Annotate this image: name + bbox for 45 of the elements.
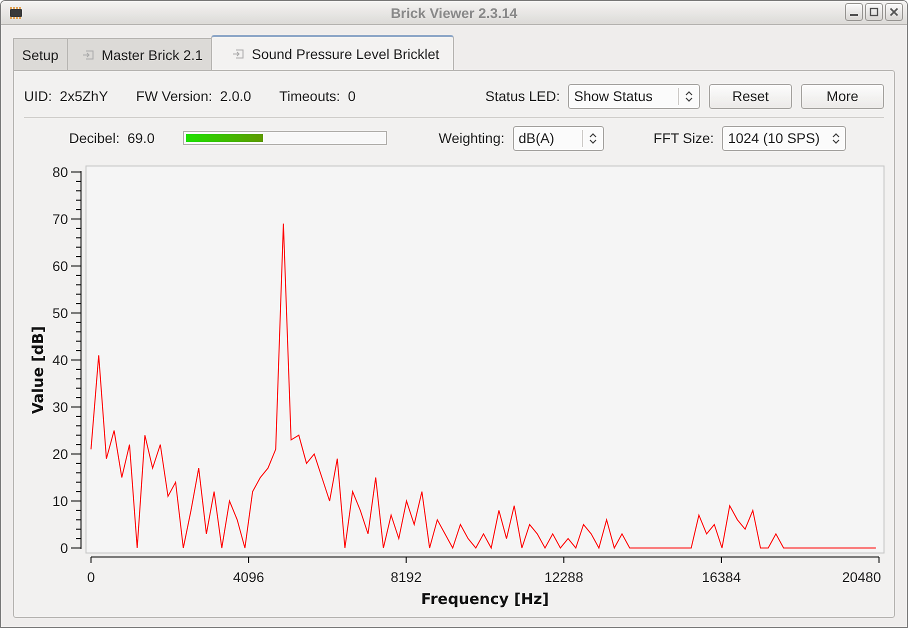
plug-icon bbox=[232, 48, 244, 58]
y-tick-label: 60 bbox=[52, 258, 68, 274]
x-axis-title: Frequency [Hz] bbox=[421, 590, 549, 608]
info-text: UID: 2x5ZhY bbox=[24, 88, 108, 104]
push-button[interactable]: Reset bbox=[709, 84, 792, 108]
info-text: Timeouts: 0 bbox=[279, 88, 356, 104]
y-tick-label: 70 bbox=[52, 211, 68, 227]
y-tick-label: 10 bbox=[52, 493, 68, 509]
status-led-label: Status LED: bbox=[485, 88, 560, 104]
weighting-label: Weighting: bbox=[438, 130, 505, 146]
up-down-chevron-icon bbox=[832, 132, 840, 144]
plug-icon bbox=[82, 50, 94, 60]
y-tick-label: 80 bbox=[52, 164, 68, 180]
close-icon bbox=[889, 7, 899, 17]
decibel-text: Decibel: 69.0 bbox=[69, 130, 155, 146]
minimize-icon bbox=[850, 14, 858, 16]
push-button[interactable]: More bbox=[801, 84, 884, 108]
window-title: Brick Viewer 2.3.14 bbox=[390, 4, 518, 20]
x-tick-label: 8192 bbox=[390, 569, 422, 585]
y-tick-label: 40 bbox=[52, 352, 68, 368]
tab[interactable]: Sound Pressure Level Bricklet bbox=[210, 35, 454, 70]
y-tick-label: 20 bbox=[52, 446, 68, 462]
y-tick-label: 0 bbox=[60, 540, 68, 556]
tab[interactable]: Master Brick 2.1 bbox=[66, 38, 211, 70]
up-down-chevron-icon bbox=[588, 132, 597, 144]
weighting-dropdown[interactable]: dB(A) bbox=[512, 126, 604, 150]
up-down-chevron-icon bbox=[685, 90, 693, 102]
y-axis-title: Value [dB] bbox=[29, 326, 47, 414]
x-tick-label: 0 bbox=[87, 569, 95, 585]
y-tick-label: 50 bbox=[52, 305, 68, 321]
fft-size-dropdown[interactable]: 1024 (10 SPS) bbox=[722, 126, 846, 150]
minimize-button[interactable] bbox=[845, 3, 863, 21]
maximize-icon bbox=[869, 7, 879, 17]
status-led-dropdown[interactable]: Show Status bbox=[568, 84, 700, 108]
x-tick-label: 16384 bbox=[702, 569, 741, 585]
x-tick-label: 4096 bbox=[233, 569, 264, 585]
y-tick-label: 30 bbox=[52, 399, 68, 415]
tab[interactable]: Setup bbox=[13, 38, 67, 70]
close-button[interactable] bbox=[885, 3, 903, 21]
x-tick-label: 12288 bbox=[544, 569, 584, 585]
chip-icon bbox=[7, 6, 25, 20]
info-text: FW Version: 2.0.0 bbox=[136, 88, 252, 104]
x-tick-label: 20480 bbox=[842, 569, 881, 585]
fft-size-label: FFT Size: bbox=[654, 130, 714, 146]
maximize-button[interactable] bbox=[865, 3, 883, 21]
